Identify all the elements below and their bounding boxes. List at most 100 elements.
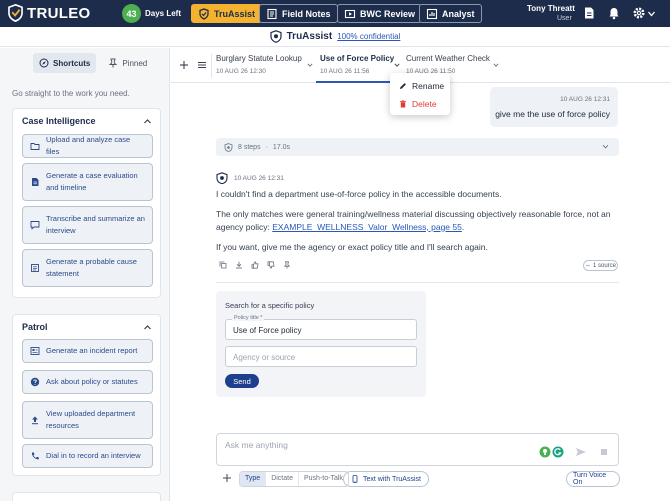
folder-icon xyxy=(30,143,40,150)
grammar-bulb-icon[interactable] xyxy=(539,446,551,458)
nav-field-notes-label: Field Notes xyxy=(282,8,331,19)
shortcut-label: Generate a case evaluation and timeline xyxy=(46,171,138,192)
conv-tab-date: 10 AUG 26 11:56 xyxy=(320,68,370,75)
tab-shortcuts[interactable]: Shortcuts xyxy=(33,53,97,73)
sidebar: Shortcuts Pinned Go straight to the work… xyxy=(0,48,170,501)
chevron-down-icon[interactable] xyxy=(493,62,499,68)
send-button[interactable]: Send xyxy=(225,374,259,388)
thumbs-down-icon[interactable] xyxy=(267,261,275,269)
download-icon[interactable] xyxy=(235,261,243,269)
shortcut-policy-statutes[interactable]: Ask about policy or statutes xyxy=(22,370,153,394)
answer-paragraph-2: The only matches were general training/w… xyxy=(216,208,611,233)
source-link[interactable]: EXAMPLE_WELLNESS_Valor_Wellness, page 55 xyxy=(272,222,462,232)
user-message: 10 AUG 26 12:31 give me the use of force… xyxy=(490,87,618,127)
chevron-up-icon[interactable] xyxy=(143,323,152,332)
shortcut-label: Transcribe and summarize an interview xyxy=(46,214,145,235)
steps-summary[interactable]: 8 steps · 17.0s xyxy=(216,138,619,156)
answer-meta: 10 AUG 26 12:31 xyxy=(216,172,284,184)
answer-paragraph-1: I couldn't find a department use-of-forc… xyxy=(216,189,502,199)
plus-icon[interactable] xyxy=(179,60,189,70)
nav-bwc-review[interactable]: BWC Review xyxy=(337,4,423,23)
shortcut-dial-in-interview[interactable]: Dial in to record an interview xyxy=(22,444,153,468)
gear-icon[interactable] xyxy=(632,6,646,20)
chevron-down-icon[interactable] xyxy=(648,11,655,17)
turn-voice-on-button[interactable]: Turn Voice On xyxy=(566,471,620,487)
stop-icon[interactable] xyxy=(598,446,610,458)
menu-delete[interactable]: Delete xyxy=(399,99,437,109)
trash-icon xyxy=(400,100,406,108)
shortcut-department-resources[interactable]: View uploaded department resources xyxy=(22,401,153,439)
question-icon xyxy=(30,377,40,387)
menu-rename-label: Rename xyxy=(412,81,445,91)
steps-duration: 17.0s xyxy=(272,143,291,151)
nav-truassist-label: TruAssist xyxy=(214,8,256,19)
pin-icon[interactable] xyxy=(283,261,291,269)
compass-icon xyxy=(39,58,49,68)
conv-tab-use-of-force[interactable]: Use of Force Policy 10 AUG 26 11:56 xyxy=(316,54,394,83)
grammarly-icon[interactable] xyxy=(552,446,564,458)
sidebar-hint: Go straight to the work you need. xyxy=(12,89,130,98)
shortcut-upload-case-files[interactable]: Upload and analyze case files xyxy=(22,134,153,158)
message-timestamp: 10 AUG 26 12:31 xyxy=(560,96,610,103)
phone-icon xyxy=(352,475,358,483)
divider xyxy=(216,282,619,283)
shortcut-label: Generate a probable cause statement xyxy=(46,257,137,278)
agency-source-field[interactable]: Agency or source xyxy=(225,346,417,367)
shortcut-label: Ask about policy or statutes xyxy=(46,377,138,386)
mode-dictate[interactable]: Dictate xyxy=(266,472,299,486)
chevron-down-icon[interactable] xyxy=(394,62,400,68)
report-icon xyxy=(30,347,40,355)
shortcut-label: Generate an incident report xyxy=(46,346,138,355)
chart-icon xyxy=(426,8,438,19)
assist-header: TruAssist 100% confidential xyxy=(0,27,670,47)
composer-placeholder: Ask me anything xyxy=(225,440,288,450)
bell-icon[interactable] xyxy=(607,6,621,20)
upload-icon xyxy=(32,416,38,425)
answer-paragraph-3: If you want, give me the agency or exact… xyxy=(216,242,488,252)
chevron-down-icon[interactable] xyxy=(307,62,313,68)
menu-rename[interactable]: Rename xyxy=(399,81,444,91)
menu-delete-label: Delete xyxy=(412,99,437,109)
nav-analyst[interactable]: Analyst xyxy=(419,4,482,23)
confidential-link[interactable]: 100% confidential xyxy=(337,32,400,41)
form-title: Search for a specific policy xyxy=(225,301,315,310)
conv-tab-burglary[interactable]: Burglary Statute Lookup 10 AUG 26 12:30 xyxy=(216,54,306,83)
thumbs-up-icon[interactable] xyxy=(251,261,259,269)
text-with-truassist-button[interactable]: Text with TruAssist xyxy=(343,471,429,487)
chevron-up-icon[interactable] xyxy=(143,117,152,126)
copy-icon[interactable] xyxy=(219,261,227,269)
shortcut-case-evaluation[interactable]: Generate a case evaluation and timeline xyxy=(22,163,153,201)
user-name[interactable]: Tony Threatt xyxy=(527,4,575,13)
nav-field-notes[interactable]: Field Notes xyxy=(259,4,338,23)
user-role: User xyxy=(557,15,572,22)
chevron-down-icon[interactable] xyxy=(602,143,609,150)
policy-search-form: Search for a specific policy Policy titl… xyxy=(216,291,426,397)
menu-icon[interactable] xyxy=(197,60,207,70)
document-icon[interactable] xyxy=(582,6,596,20)
shield-icon xyxy=(199,7,209,20)
tab-pinned-label: Pinned xyxy=(122,58,148,68)
nav-truassist[interactable]: TruAssist xyxy=(191,4,263,23)
truleo-logo[interactable]: TRULEO xyxy=(7,4,90,22)
mode-push-to-talk[interactable]: Push-to-Talk xyxy=(299,472,348,486)
days-left-badge: 43 xyxy=(122,4,141,23)
policy-title-label: Policy title * xyxy=(232,315,265,321)
plus-icon[interactable] xyxy=(222,473,232,483)
send-icon[interactable] xyxy=(575,446,587,458)
phone-icon xyxy=(31,452,39,460)
message-composer[interactable]: Ask me anything xyxy=(216,433,619,466)
mode-type[interactable]: Type xyxy=(240,472,267,486)
shortcut-transcribe-interview[interactable]: Transcribe and summarize an interview xyxy=(22,206,153,244)
tab-pinned[interactable]: Pinned xyxy=(102,53,153,73)
truassist-shield-icon xyxy=(270,30,282,43)
answer-timestamp: 10 AUG 26 12:31 xyxy=(234,174,284,182)
message-text: give me the use of force policy xyxy=(495,109,610,119)
shortcut-incident-report[interactable]: Generate an incident report xyxy=(22,339,153,363)
sources-chip[interactable]: ⇔ 1 source xyxy=(583,260,618,271)
shortcut-label: Upload and analyze case files xyxy=(46,135,131,156)
composer-controls: Type Dictate Push-to-Talk Text with TruA… xyxy=(216,471,620,487)
truleo-shield-icon xyxy=(8,4,23,22)
policy-title-field[interactable]: Policy title * Use of Force policy xyxy=(225,315,417,340)
shortcut-probable-cause[interactable]: Generate a probable cause statement xyxy=(22,249,153,287)
card-case-intelligence: Case Intelligence Upload and analyze cas… xyxy=(12,108,161,298)
